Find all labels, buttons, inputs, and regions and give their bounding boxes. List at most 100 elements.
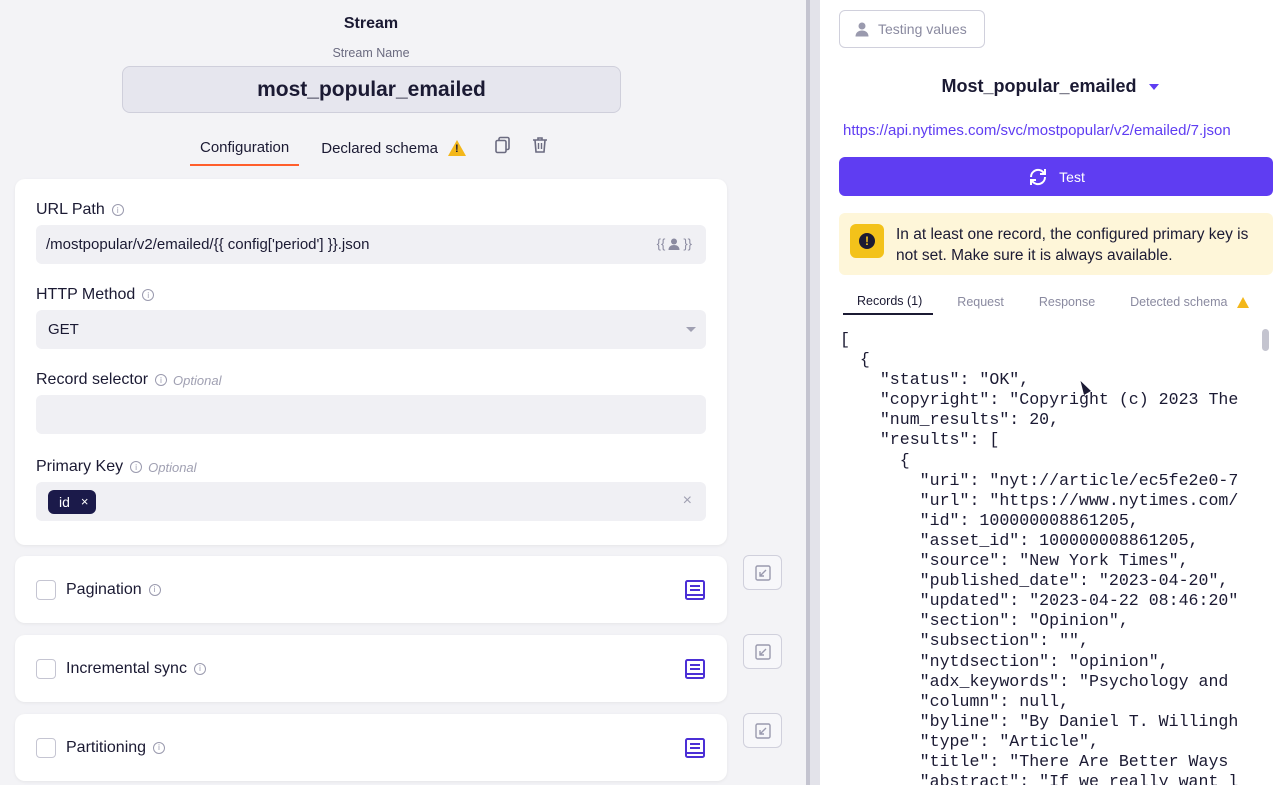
tab-response[interactable]: Response [1039, 289, 1095, 315]
http-method-label: HTTP Method i [36, 286, 155, 304]
expand-pagination-button[interactable] [743, 555, 782, 590]
result-tabs: Records (1) Request Response Detected sc… [843, 289, 1257, 317]
incremental-sync-checkbox[interactable] [36, 658, 56, 679]
testing-values-button[interactable]: Testing values [839, 10, 985, 48]
json-line: "byline": "By Daniel T. Willingh [840, 711, 1239, 731]
clear-icon[interactable]: × [683, 492, 692, 510]
pagination-label: Pagination i [66, 581, 161, 599]
stream-title: Stream [343, 15, 399, 32]
stream-name-input[interactable]: most_popular_emailed [122, 66, 621, 113]
configuration-card: URL Path i /mostpopular/v2/emailed/{{ co… [15, 179, 727, 545]
testing-values-label: Testing values [878, 21, 967, 37]
chevron-down-icon [1148, 83, 1159, 90]
json-line: "adx_keywords": "Psychology and [840, 671, 1229, 691]
warning-text: In at least one record, the configured p… [896, 226, 1249, 264]
info-icon[interactable]: i [153, 741, 166, 754]
warning-icon [1237, 296, 1250, 308]
records-json-view[interactable]: [ { "status": "OK", "copyright": "Copyri… [840, 330, 1258, 785]
http-method-select[interactable]: GET [36, 310, 706, 349]
info-icon[interactable]: i [142, 289, 155, 301]
test-button[interactable]: Test [839, 157, 1273, 196]
expand-icon [754, 564, 771, 581]
panel-splitter[interactable] [806, 0, 820, 785]
pagination-section: Pagination i [15, 556, 727, 623]
trash-icon[interactable] [530, 135, 550, 155]
scrollbar[interactable] [1260, 325, 1272, 785]
json-line: "copyright": "Copyright (c) 2023 The [840, 390, 1239, 410]
json-line: "asset_id": 100000008861205, [840, 530, 1199, 550]
incremental-sync-label-text: Incremental sync [66, 659, 187, 677]
incremental-sync-label: Incremental sync i [66, 660, 206, 678]
record-selector-label: Record selector i Optional [36, 371, 221, 389]
expand-incremental-button[interactable] [743, 634, 782, 669]
warning-icon [447, 140, 466, 156]
primary-key-input[interactable]: id × × [36, 482, 706, 521]
stream-selector-label: Most_popular_emailed [941, 76, 1137, 96]
info-icon[interactable]: i [130, 461, 143, 473]
json-line: "uri": "nyt://article/ec5fe2e0-7 [840, 470, 1239, 490]
incremental-sync-section: Incremental sync i [15, 635, 727, 702]
json-line: { [840, 450, 910, 470]
json-line: "title": "There Are Better Ways [840, 751, 1229, 771]
book-icon[interactable] [684, 737, 706, 759]
json-line: "subsection": "", [840, 631, 1089, 651]
info-icon[interactable]: i [155, 374, 168, 386]
url-path-value: /mostpopular/v2/emailed/{{ config['perio… [46, 236, 370, 253]
user-input-insert-icon[interactable]: {{ }} [657, 236, 692, 251]
json-line: { [840, 350, 870, 370]
expand-partitioning-button[interactable] [743, 713, 782, 748]
primary-key-chip-label: id [59, 493, 70, 510]
json-line: [ [840, 330, 850, 349]
user-icon [855, 22, 869, 37]
json-line: "num_results": 20, [840, 410, 1060, 430]
json-line: "abstract": "If we really want l [840, 772, 1239, 785]
refresh-icon [1030, 168, 1047, 185]
remove-chip-icon[interactable]: × [81, 494, 89, 509]
tab-detected-schema-label: Detected schema [1130, 295, 1228, 309]
url-path-label: URL Path i [36, 201, 124, 219]
expand-icon [754, 722, 771, 739]
json-line: "source": "New York Times", [840, 551, 1189, 571]
json-line: "nytdsection": "opinion", [840, 651, 1169, 671]
primary-key-warning: ! In at least one record, the configured… [839, 213, 1273, 275]
json-line: "column": null, [840, 691, 1070, 711]
http-method-value: GET [48, 321, 79, 338]
tab-records[interactable]: Records (1) [843, 289, 934, 315]
tab-detected-schema[interactable]: Detected schema [1130, 289, 1250, 315]
partitioning-label: Partitioning i [66, 738, 166, 757]
partitioning-section: Partitioning i [15, 714, 727, 781]
copy-icon[interactable] [493, 135, 513, 155]
record-selector-label-text: Record selector [36, 371, 149, 388]
record-selector-input[interactable] [36, 395, 706, 434]
stream-selector[interactable]: Most_popular_emailed [820, 76, 1280, 97]
partitioning-label-text: Partitioning [66, 738, 147, 756]
tab-declared-schema[interactable]: Declared schema [321, 130, 466, 166]
primary-key-chip: id × [48, 489, 96, 514]
api-url: https://api.nytimes.com/svc/mostpopular/… [843, 122, 1231, 139]
tab-configuration[interactable]: Configuration [190, 130, 300, 166]
scrollbar-thumb[interactable] [1262, 329, 1269, 351]
tab-request[interactable]: Request [957, 289, 1004, 315]
tab-declared-schema-label: Declared schema [321, 139, 438, 157]
partitioning-checkbox[interactable] [36, 737, 56, 758]
splitter-line [806, 0, 810, 785]
url-path-input[interactable]: /mostpopular/v2/emailed/{{ config['perio… [36, 225, 706, 264]
json-line: "section": "Opinion", [840, 611, 1129, 631]
stream-builder-panel: Stream Stream Name most_popular_emailed … [0, 0, 806, 785]
book-icon[interactable] [684, 579, 706, 601]
json-line: "status": "OK", [840, 370, 1030, 390]
json-line: "updated": "2023-04-22 08:46:20" [840, 591, 1239, 611]
primary-key-label: Primary Key i Optional [36, 458, 197, 476]
expand-icon [754, 643, 771, 660]
json-line: "id": 100000008861205, [840, 510, 1139, 530]
info-icon[interactable]: i [148, 583, 161, 596]
pagination-checkbox[interactable] [36, 579, 56, 600]
info-icon[interactable]: i [111, 204, 124, 216]
info-icon[interactable]: i [193, 662, 206, 675]
chevron-down-icon [686, 327, 696, 332]
json-line: "results": [ [840, 430, 1000, 450]
json-line: "type": "Article", [840, 731, 1099, 751]
pagination-label-text: Pagination [66, 580, 142, 598]
optional-tag: Optional [148, 459, 197, 475]
book-icon[interactable] [684, 658, 706, 680]
